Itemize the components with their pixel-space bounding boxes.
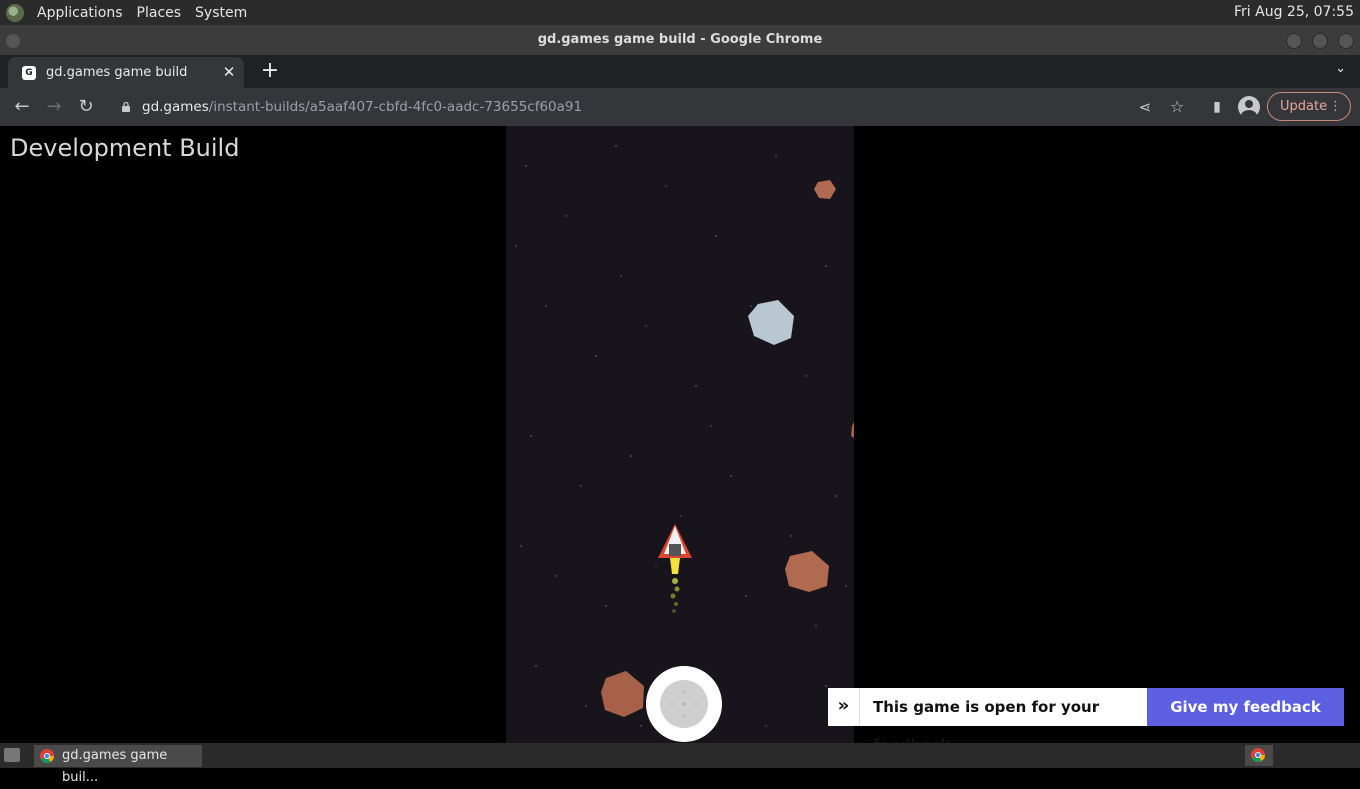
chrome-icon bbox=[40, 749, 54, 763]
tray-chrome-item[interactable] bbox=[1245, 745, 1273, 766]
share-icon[interactable]: ⋖ bbox=[1134, 96, 1156, 118]
window-menu-icon[interactable] bbox=[6, 34, 20, 48]
window-titlebar: gd.games game build - Google Chrome bbox=[0, 25, 1360, 55]
update-button[interactable]: Update ⋮ bbox=[1267, 92, 1351, 121]
browser-toolbar: ← → ↻ gd.games/instant-builds/a5aaf407-c… bbox=[0, 88, 1360, 126]
feedback-banner: » This game is open for your feedback Gi… bbox=[828, 688, 1344, 754]
asteroid-edge bbox=[851, 422, 854, 438]
places-menu[interactable]: Places bbox=[130, 5, 189, 21]
give-feedback-button[interactable]: Give my feedback bbox=[1147, 688, 1344, 726]
desktop-logo-icon[interactable] bbox=[6, 3, 24, 22]
bottom-taskbar: gd.games game buil... bbox=[0, 743, 1360, 785]
ice-asteroid bbox=[748, 300, 794, 345]
chevron-down-icon[interactable]: ⌄ bbox=[1335, 61, 1346, 76]
reload-icon[interactable]: ↻ bbox=[75, 96, 97, 118]
applications-menu[interactable]: Applications bbox=[30, 5, 130, 21]
clock[interactable]: Fri Aug 25, 07:55 bbox=[1234, 4, 1354, 20]
address-bar[interactable]: gd.games/instant-builds/a5aaf407-cbfd-4f… bbox=[108, 92, 1198, 122]
virtual-joystick[interactable] bbox=[646, 666, 722, 742]
asteroid-medium bbox=[785, 551, 829, 592]
spaceship bbox=[658, 524, 692, 613]
chrome-icon bbox=[1251, 748, 1265, 762]
top-panel: Applications Places System Fri Aug 25, 0… bbox=[0, 0, 1360, 25]
tab-gd-games[interactable]: G gd.games game build ✕ bbox=[8, 57, 244, 88]
maximize-button[interactable] bbox=[1312, 33, 1328, 49]
page-content: Development Build » This game is open fo… bbox=[0, 126, 1360, 754]
more-menu-icon[interactable]: ⋮ bbox=[1329, 93, 1342, 120]
taskbar-item-chrome[interactable]: gd.games game buil... bbox=[34, 745, 202, 785]
minimize-button[interactable] bbox=[1286, 33, 1302, 49]
task-label: gd.games game buil... bbox=[62, 748, 168, 785]
game-canvas[interactable] bbox=[506, 126, 854, 743]
side-panel-icon[interactable]: ▮ bbox=[1206, 96, 1228, 118]
development-build-label: Development Build bbox=[10, 134, 240, 162]
asteroid-bottom bbox=[601, 671, 644, 717]
plus-icon[interactable]: + bbox=[258, 60, 282, 84]
gdevelop-icon: G bbox=[22, 65, 36, 80]
feedback-message: This game is open for your feedback bbox=[860, 688, 1147, 754]
tab-title: gd.games game build bbox=[46, 65, 188, 80]
show-desktop-icon[interactable] bbox=[4, 748, 20, 762]
close-icon[interactable]: ✕ bbox=[220, 63, 238, 81]
url-path: /instant-builds/a5aaf407-cbfd-4fc0-aadc-… bbox=[208, 99, 583, 115]
lock-icon[interactable] bbox=[122, 102, 130, 112]
asteroid-small bbox=[814, 180, 836, 199]
window-title: gd.games game build - Google Chrome bbox=[537, 32, 823, 47]
forward-arrow-icon[interactable]: → bbox=[43, 96, 65, 118]
close-window-button[interactable] bbox=[1338, 33, 1354, 49]
game-scene bbox=[515, 145, 854, 742]
star-icon[interactable]: ☆ bbox=[1166, 96, 1188, 118]
profile-avatar[interactable] bbox=[1238, 96, 1260, 118]
url-host: gd.games bbox=[142, 99, 209, 115]
tab-strip: G gd.games game build ✕ + ⌄ bbox=[0, 55, 1360, 88]
double-chevron-right-icon[interactable]: » bbox=[828, 688, 860, 726]
system-menu[interactable]: System bbox=[188, 5, 254, 21]
back-arrow-icon[interactable]: ← bbox=[11, 96, 33, 118]
update-label: Update bbox=[1280, 99, 1328, 114]
starfield bbox=[515, 145, 847, 727]
